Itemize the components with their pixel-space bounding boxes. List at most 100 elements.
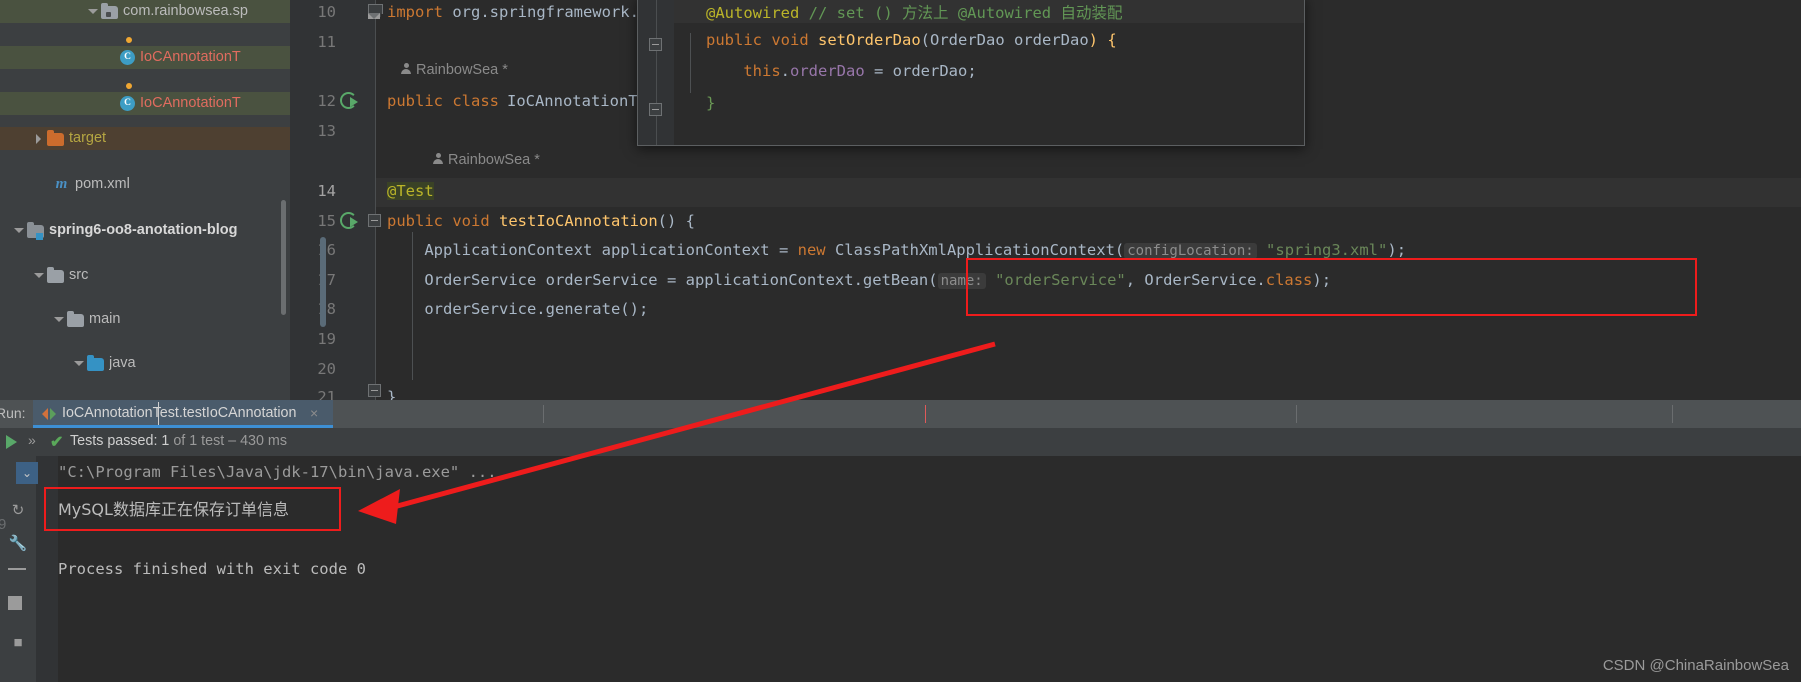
- paren-open: (: [920, 31, 931, 49]
- rerun-icon[interactable]: [6, 435, 17, 449]
- tree-item-label: IoCAnnotationT: [140, 49, 241, 65]
- tree-row-pom[interactable]: m pom.xml: [0, 173, 290, 196]
- tree-row-src[interactable]: src: [0, 264, 290, 287]
- run-tab-bar[interactable]: Run: IoCAnnotationTest.testIoCAnnotation…: [0, 400, 1801, 428]
- chevron-right-icon[interactable]: [32, 132, 45, 145]
- line-number: 10: [317, 3, 336, 21]
- tree-item-label: main: [89, 311, 121, 327]
- test-status-text: Tests passed: 1 of 1 test – 430 ms: [70, 433, 287, 449]
- watermark-text: CSDN @ChinaRainbowSea: [1602, 657, 1789, 674]
- tree-row-java[interactable]: java: [0, 352, 290, 375]
- getbean-call: orderService = applicationContext.getBea…: [536, 271, 938, 289]
- console-command-line: "C:\Program Files\Java\jdk-17\bin\java.e…: [58, 463, 497, 481]
- param-name: orderDao: [1004, 31, 1089, 49]
- popup-fold-icon[interactable]: [649, 103, 662, 116]
- chevron-down-icon[interactable]: [86, 5, 99, 18]
- collapse-console-button[interactable]: ⌄: [16, 462, 38, 484]
- tree-row[interactable]: com.rainbowsea.sp: [0, 0, 290, 23]
- tree-item-label: target: [69, 130, 107, 146]
- param-type: OrderDao: [930, 31, 1005, 49]
- rerun-failed-icon[interactable]: ↻: [8, 501, 28, 521]
- check-icon: ✔: [50, 434, 64, 451]
- tree-row[interactable]: C IoCAnnotationT: [0, 46, 290, 69]
- code-line-21[interactable]: }: [387, 388, 396, 400]
- settings-wrench-icon[interactable]: 🔧: [8, 534, 28, 554]
- maven-icon: m: [55, 176, 68, 192]
- constructor-call: ClassPathXmlApplicationContext(: [825, 241, 1125, 259]
- popup-line-close: }: [706, 94, 715, 112]
- tree-row-target[interactable]: target: [0, 127, 290, 150]
- tab-divider: [1672, 405, 1673, 423]
- editor-scrollbar[interactable]: [320, 237, 326, 327]
- semicolon: ;: [967, 62, 977, 80]
- popup-gutter-line: [656, 0, 657, 145]
- chevron-down-icon[interactable]: [52, 313, 65, 326]
- popup-line-setter: public void setOrderDao(OrderDao orderDa…: [706, 31, 1117, 49]
- line-number: 16: [317, 241, 336, 259]
- run-tool-window[interactable]: Run: IoCAnnotationTest.testIoCAnnotation…: [0, 400, 1801, 682]
- code-line-10[interactable]: import org.springframework.co: [387, 3, 658, 21]
- code-line-12[interactable]: public class IoCAnnotationTes: [387, 92, 656, 110]
- tree-item-label: com.rainbowsea.sp: [123, 3, 248, 19]
- tree-item-label: IoCAnnotationT: [140, 95, 241, 111]
- stop-icon[interactable]: [8, 596, 22, 610]
- tree-item-label: src: [69, 267, 89, 283]
- run-left-toolbar[interactable]: 9 ↻ 🔧 ■: [0, 456, 36, 682]
- run-test-gutter-icon[interactable]: [340, 210, 360, 230]
- console-finished-line: Process finished with exit code 0: [58, 560, 366, 578]
- tree-row[interactable]: C IoCAnnotationT: [0, 92, 290, 115]
- code-line-15[interactable]: public void testIoCAnnotation() {: [387, 212, 695, 230]
- fold-end-icon[interactable]: [368, 384, 381, 397]
- keyword-public-class: public class: [387, 92, 499, 110]
- close-icon[interactable]: ×: [310, 405, 318, 421]
- line-number: 17: [317, 271, 336, 289]
- folder-icon: [47, 267, 64, 283]
- string-literal: "spring3.xml": [1266, 241, 1388, 259]
- fold-method-icon[interactable]: [368, 214, 381, 227]
- popup-fold-icon[interactable]: [649, 38, 662, 51]
- inline-comment: // set () 方法上 @Autowired 自动装配: [808, 4, 1123, 22]
- closing-brace: }: [387, 388, 397, 400]
- tree-item-label: java: [109, 355, 136, 371]
- tree-item-label: spring6-oo8-anotation-blog: [49, 222, 238, 238]
- print-icon[interactable]: ■: [8, 634, 28, 654]
- text-caret: [158, 402, 159, 426]
- chevron-down-icon[interactable]: [32, 269, 45, 282]
- quick-definition-popup[interactable]: @Autowired // set () 方法上 @Autowired 自动装配…: [637, 0, 1305, 146]
- run-window-label: Run:: [0, 405, 26, 421]
- project-tree-panel[interactable]: com.rainbowsea.sp C IoCAnnotationT C IoC…: [0, 0, 290, 466]
- fold-import-icon[interactable]: [368, 4, 383, 19]
- keyword-this: this: [743, 62, 781, 80]
- tests-passed-label: Tests passed:: [70, 433, 158, 449]
- chevron-down-icon[interactable]: [72, 357, 85, 370]
- project-tree-scrollbar[interactable]: [281, 200, 286, 315]
- code-line-14[interactable]: @Test: [387, 182, 434, 200]
- code-line-18[interactable]: orderService.generate();: [387, 300, 648, 318]
- code-line-16[interactable]: ApplicationContext applicationContext = …: [387, 241, 1406, 259]
- tree-row-module[interactable]: spring6-oo8-anotation-blog: [0, 219, 290, 242]
- import-path: org.springframework.co: [443, 3, 658, 21]
- generate-call: orderService.generate();: [424, 300, 649, 318]
- run-test-gutter-icon[interactable]: [340, 90, 360, 110]
- line-number: 14: [317, 182, 336, 200]
- popup-line-assign: this.orderDao = orderDao;: [706, 62, 977, 80]
- line-number: 18: [317, 300, 336, 318]
- setter-name: setOrderDao: [818, 31, 921, 49]
- tree-row-main[interactable]: main: [0, 308, 290, 331]
- folder-icon: [67, 311, 84, 327]
- tree-item-label: pom.xml: [75, 176, 130, 192]
- chevron-down-icon[interactable]: [12, 224, 25, 237]
- annotation-box-output: [44, 487, 341, 531]
- expand-chevrons-icon[interactable]: »: [28, 432, 36, 448]
- popup-indent-guide: [690, 33, 691, 93]
- line-number: 19: [317, 330, 336, 348]
- author-annotation: RainbowSea *: [400, 62, 508, 78]
- line-number: 15: [317, 212, 336, 230]
- tests-passed-detail: of 1 test – 430 ms: [173, 433, 287, 449]
- param-hint-configlocation: configLocation:: [1124, 243, 1257, 259]
- popup-line-autowired: @Autowired // set () 方法上 @Autowired 自动装配: [706, 1, 1122, 23]
- class-name: IoCAnnotationTes: [506, 92, 657, 110]
- run-status-row: » ✔ Tests passed: 1 of 1 test – 430 ms: [0, 428, 1801, 456]
- tests-passed-count: 1: [161, 433, 170, 449]
- equals: =: [864, 62, 893, 80]
